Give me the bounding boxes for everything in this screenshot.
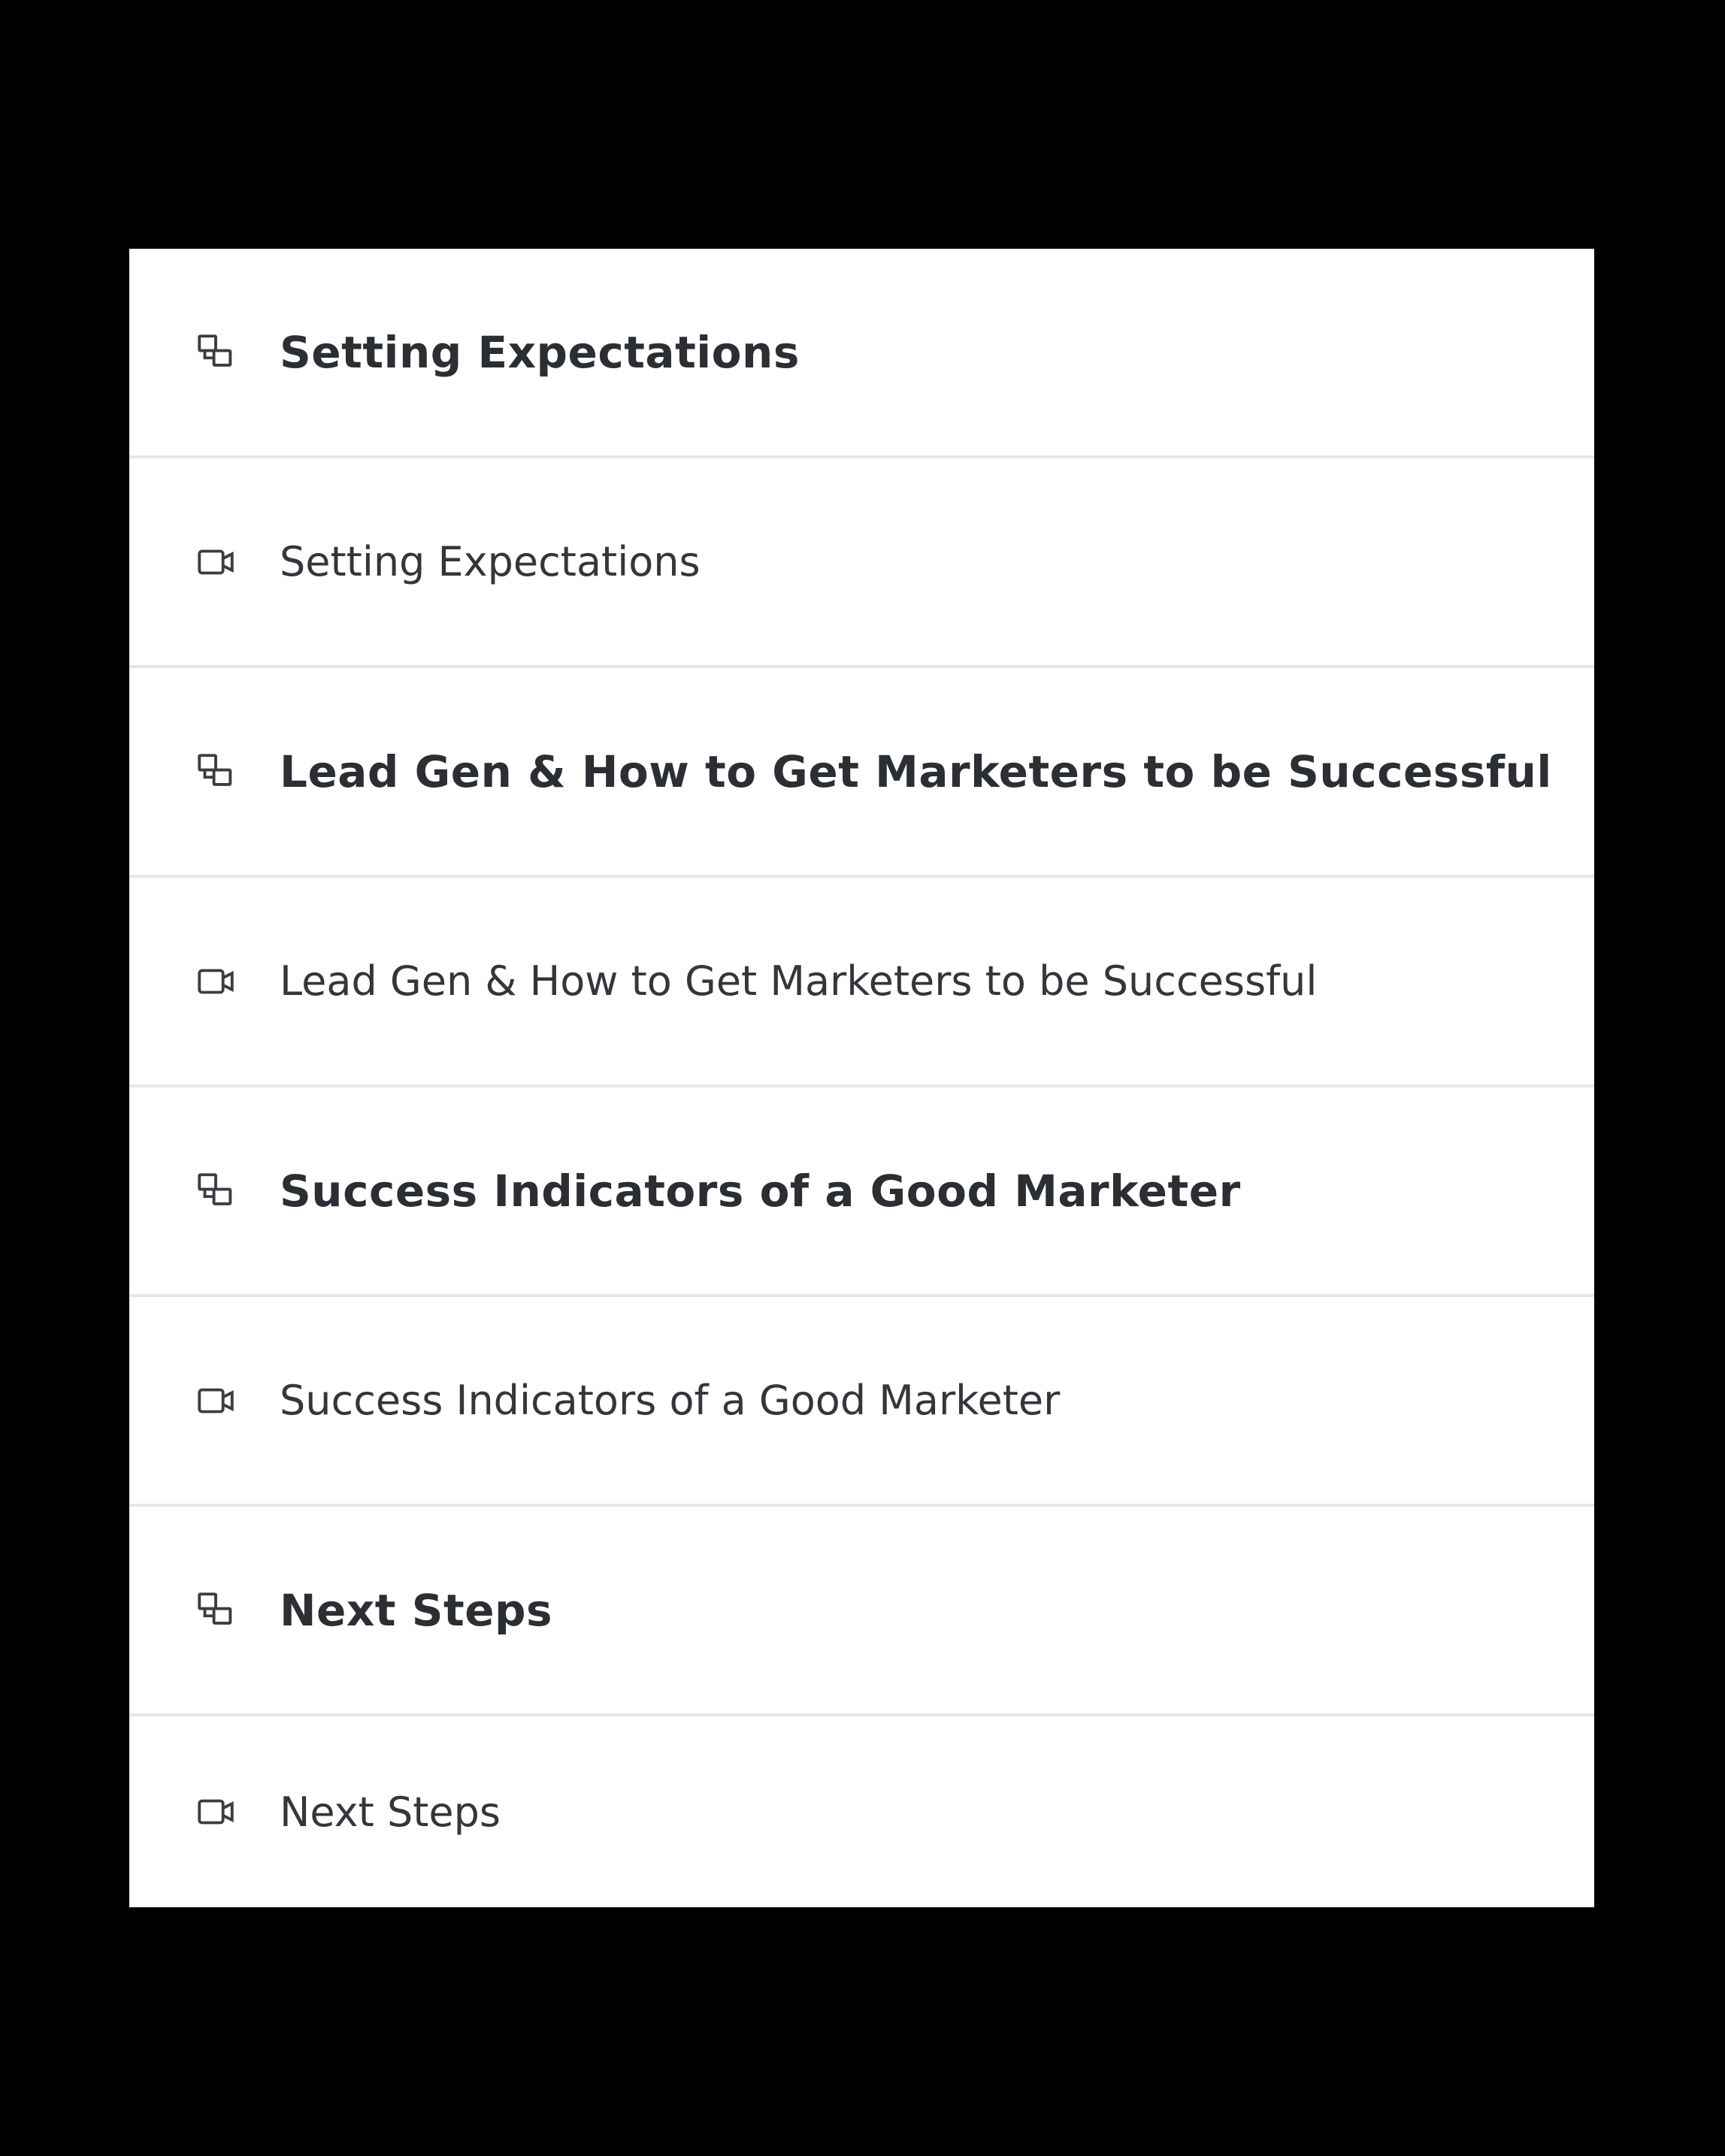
module-icon xyxy=(194,331,238,374)
section-row[interactable]: Setting Expectations xyxy=(129,249,1594,458)
lesson-title: Success Indicators of a Good Marketer xyxy=(280,1377,1061,1424)
lesson-title: Lead Gen & How to Get Marketers to be Su… xyxy=(280,957,1318,1005)
section-title: Success Indicators of a Good Marketer xyxy=(280,1165,1241,1217)
section-row[interactable]: Next Steps xyxy=(129,1507,1594,1716)
video-icon xyxy=(194,1379,238,1423)
lesson-row[interactable]: Setting Expectations xyxy=(129,458,1594,668)
lesson-row[interactable]: Lead Gen & How to Get Marketers to be Su… xyxy=(129,878,1594,1087)
section-title: Next Steps xyxy=(280,1584,553,1636)
lesson-title: Setting Expectations xyxy=(280,538,701,585)
lesson-title: Next Steps xyxy=(280,1788,501,1836)
video-icon xyxy=(194,960,238,1003)
module-icon xyxy=(194,750,238,794)
section-row[interactable]: Success Indicators of a Good Marketer xyxy=(129,1087,1594,1297)
module-icon xyxy=(194,1589,238,1632)
lesson-row[interactable]: Success Indicators of a Good Marketer xyxy=(129,1297,1594,1507)
module-icon xyxy=(194,1169,238,1213)
lesson-row[interactable]: Next Steps xyxy=(129,1716,1594,1907)
course-outline-panel: Setting Expectations Setting Expectation… xyxy=(129,249,1594,1907)
section-title: Setting Expectations xyxy=(280,326,800,378)
video-icon xyxy=(194,540,238,584)
section-row[interactable]: Lead Gen & How to Get Marketers to be Su… xyxy=(129,668,1594,878)
section-title: Lead Gen & How to Get Marketers to be Su… xyxy=(280,745,1552,797)
video-icon xyxy=(194,1790,238,1834)
